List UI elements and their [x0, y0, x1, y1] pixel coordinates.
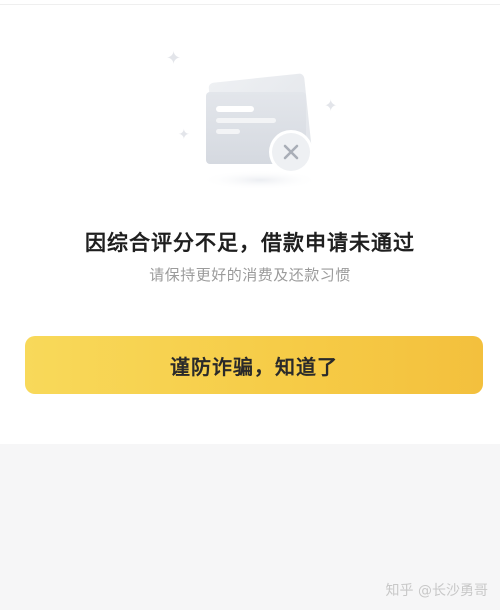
divider [0, 4, 500, 5]
sparkle-icon: ✦ [166, 48, 182, 69]
close-x-icon [269, 130, 313, 174]
watermark: 知乎 @长沙勇哥 [386, 580, 488, 600]
sparkle-icon: ✦ [178, 127, 190, 143]
rejection-illustration: ✦ ✦ ✦ [160, 40, 350, 200]
acknowledge-button[interactable]: 谨防诈骗，知道了 [25, 336, 483, 394]
sparkle-icon: ✦ [324, 96, 338, 115]
result-title: 因综合评分不足，借款申请未通过 [85, 231, 415, 255]
result-subtitle: 请保持更好的消费及还款习惯 [149, 266, 351, 284]
watermark-text: 知乎 @长沙勇哥 [385, 583, 488, 599]
result-card: ✦ ✦ ✦ 因综合评分不足，借款申请未通过 请保持更好的消费及还款习惯 谨防诈骗… [0, 0, 500, 444]
rejected-card-icon [200, 73, 320, 190]
